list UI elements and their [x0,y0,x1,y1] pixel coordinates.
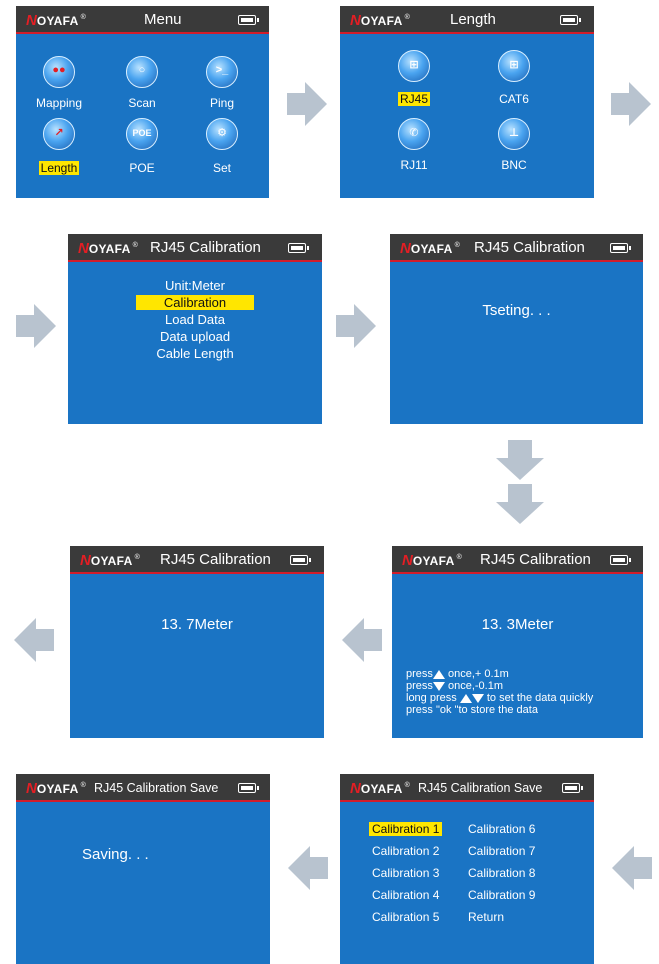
length-icon[interactable]: ↗ [43,118,75,150]
title-bar: NOYAFA ® RJ45 Calibration [70,546,324,574]
battery-icon [562,783,583,793]
length-item-rj11[interactable]: RJ11 [374,158,454,172]
calibration-slot-7[interactable]: Calibration 7 [468,844,535,858]
length-value: 13. 3Meter [481,616,554,633]
poe-icon[interactable]: POE [126,118,158,150]
brand-logo: NOYAFA ® [400,240,460,257]
calibration-slot-4[interactable]: Calibration 4 [372,888,439,902]
arrow-down-icon [496,484,544,524]
arrow-down-icon [496,440,544,480]
rj11-icon[interactable]: ✆ [398,118,430,150]
length-item-cat6[interactable]: CAT6 [474,92,554,106]
brand-logo: NOYAFA ® [80,552,140,569]
status-text: Tseting. . . [482,302,551,319]
title-bar: NOYAFA ® RJ45 Calibration Save [340,774,594,802]
scan-icon[interactable]: ○ [126,56,158,88]
screen-result-adjusted: NOYAFA ® RJ45 Calibration 13. 7Meter [70,546,324,738]
menu-item-mapping[interactable]: Mapping [19,96,99,110]
screen-title: RJ45 Calibration [160,551,271,568]
arrow-right-icon [611,82,651,126]
title-bar: NOYAFA ® RJ45 Calibration [68,234,322,262]
screen-saving: NOYAFA ® RJ45 Calibration Save Saving. . … [16,774,270,964]
calibration-slot-6[interactable]: Calibration 6 [468,822,535,836]
brand-logo: NOYAFA ® [26,780,86,797]
arrow-right-icon [287,82,327,126]
help-line-store: press "ok "to store the data [406,704,538,716]
screen-title: RJ45 Calibration [474,239,585,256]
menu-item-data-upload[interactable]: Data upload [68,329,322,344]
brand-logo: NOYAFA ® [78,240,138,257]
calibration-slot-2[interactable]: Calibration 2 [372,844,439,858]
bnc-icon[interactable]: ⊥ [498,118,530,150]
brand-logo: NOYAFA ® [402,552,462,569]
length-item-rj45[interactable]: RJ45 [374,92,454,106]
title-bar: NOYAFA ® Length [340,6,594,34]
up-arrow-icon [459,693,472,703]
arrow-left-icon [342,618,382,662]
title-bar: NOYAFA ® RJ45 Calibration [392,546,643,574]
battery-icon [610,555,631,565]
calibration-slot-1[interactable]: Calibration 1 [369,822,443,836]
calibration-slot-8[interactable]: Calibration 8 [468,866,535,880]
arrow-right-icon [336,304,376,348]
menu-item-unit[interactable]: Unit:Meter [68,278,322,293]
screen-title: RJ45 Calibration Save [94,781,219,795]
screen-title: RJ45 Calibration [150,239,261,256]
menu-item-load-data[interactable]: Load Data [68,312,322,327]
cat6-icon[interactable]: ⊞ [498,50,530,82]
title-bar: NOYAFA ® RJ45 Calibration Save [16,774,270,802]
arrow-left-icon [612,846,652,890]
screen-title: Length [450,11,496,28]
screen-rj45-calibration-menu: NOYAFA ® RJ45 Calibration Unit:Meter Cali… [68,234,322,424]
battery-icon [238,15,259,25]
screen-result-adjust: NOYAFA ® RJ45 Calibration 13. 3Meter pres… [392,546,643,738]
battery-icon [288,243,309,253]
title-bar: NOYAFA ® Menu [16,6,269,34]
menu-item-scan[interactable]: Scan [102,96,182,110]
help-line-long-press: long press to set the data quickly [406,692,594,704]
rj45-icon[interactable]: ⊞ [398,50,430,82]
arrow-left-icon [288,846,328,890]
menu-item-poe[interactable]: POE [102,161,182,175]
calibration-slot-9[interactable]: Calibration 9 [468,888,535,902]
return-button[interactable]: Return [468,910,504,924]
menu-item-cable-length[interactable]: Cable Length [68,346,322,361]
ping-icon[interactable]: >_ [206,56,238,88]
calibration-slot-5[interactable]: Calibration 5 [372,910,439,924]
down-arrow-icon [471,693,484,703]
screen-length: NOYAFA ® Length ⊞ RJ45 ⊞ CAT6 ✆ RJ11 ⊥ BN… [340,6,594,198]
menu-item-set[interactable]: Set [182,161,262,175]
menu-item-length[interactable]: Length [19,161,99,175]
screen-testing: NOYAFA ® RJ45 Calibration Tseting. . . [390,234,643,424]
brand-logo: NOYAFA ® [350,780,410,797]
help-line-up: press once,+ 0.1m [406,668,509,680]
down-arrow-icon [432,681,445,691]
set-icon[interactable]: ⚙ [206,118,238,150]
title-bar: NOYAFA ® RJ45 Calibration [390,234,643,262]
arrow-left-icon [14,618,54,662]
help-line-down: press once,-0.1m [406,680,503,692]
up-arrow-icon [432,669,445,679]
screen-title: RJ45 Calibration Save [418,781,543,795]
brand-logo: NOYAFA ® [350,12,410,29]
screen-menu: NOYAFA ® Menu ●● Mapping ○ Scan >_ Ping ↗… [16,6,269,198]
length-value: 13. 7Meter [161,616,233,633]
battery-icon [238,783,259,793]
brand-logo: NOYAFA ® [26,12,86,29]
screen-title: RJ45 Calibration [480,551,591,568]
length-item-bnc[interactable]: BNC [474,158,554,172]
screen-title: Menu [144,11,182,28]
status-text: Saving. . . [82,846,149,863]
arrow-right-icon [16,304,56,348]
mapping-icon[interactable]: ●● [43,56,75,88]
screen-calibration-save: NOYAFA ® RJ45 Calibration Save Calibratio… [340,774,594,964]
battery-icon [290,555,311,565]
battery-icon [610,243,631,253]
calibration-slot-3[interactable]: Calibration 3 [372,866,439,880]
menu-item-ping[interactable]: Ping [182,96,262,110]
menu-item-calibration[interactable]: Calibration [68,295,322,310]
battery-icon [560,15,581,25]
